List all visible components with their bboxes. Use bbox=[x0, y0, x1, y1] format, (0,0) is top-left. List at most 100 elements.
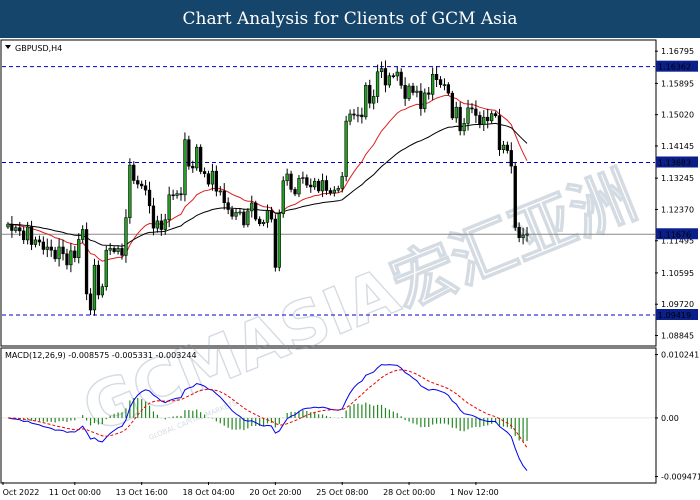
candle-body bbox=[521, 234, 525, 238]
candle-body bbox=[92, 264, 97, 311]
candle-body bbox=[175, 193, 179, 196]
candle-body bbox=[485, 116, 490, 122]
candle-body bbox=[57, 246, 61, 260]
candle-body bbox=[375, 71, 380, 97]
candle-body bbox=[423, 92, 427, 109]
candle bbox=[458, 102, 462, 136]
candle-body bbox=[214, 170, 219, 192]
candle-body bbox=[462, 123, 466, 132]
y-tick-label: 1.15020 bbox=[661, 111, 694, 120]
candle-body bbox=[261, 222, 266, 225]
macd-y-tick-label: 0.010241 bbox=[661, 351, 699, 360]
candle-body bbox=[246, 210, 250, 226]
candle bbox=[450, 90, 455, 121]
candle-body bbox=[195, 146, 199, 169]
candle-body bbox=[29, 226, 34, 245]
candle-body bbox=[517, 227, 521, 239]
candle-body bbox=[41, 241, 46, 250]
candle-body bbox=[501, 144, 506, 150]
candle-body bbox=[403, 84, 407, 99]
candle-body bbox=[525, 233, 529, 236]
candle-body bbox=[344, 120, 348, 177]
candle-body bbox=[438, 79, 443, 85]
y-tick-label: 1.14145 bbox=[661, 142, 694, 151]
candle-body bbox=[147, 189, 152, 207]
candle bbox=[273, 214, 278, 272]
candle-body bbox=[84, 229, 89, 295]
candle-body bbox=[360, 114, 364, 118]
level-price-label: 1.13683 bbox=[658, 158, 691, 167]
candle-body bbox=[328, 190, 333, 194]
candle-body bbox=[407, 85, 411, 99]
candle-body bbox=[379, 68, 384, 73]
candle-body bbox=[371, 96, 376, 104]
candle-body bbox=[364, 84, 368, 118]
candle-body bbox=[116, 248, 120, 252]
candle bbox=[277, 209, 281, 272]
x-tick-label: 13 Oct 16:00 bbox=[116, 488, 168, 497]
level-price-label: 1.16362 bbox=[658, 63, 691, 72]
candle bbox=[187, 135, 191, 170]
candle-body bbox=[136, 180, 140, 185]
candle-body bbox=[151, 205, 156, 229]
candle bbox=[513, 162, 517, 231]
candle-body bbox=[104, 249, 108, 287]
candle bbox=[246, 208, 250, 228]
candle-body bbox=[183, 139, 187, 196]
candle-body bbox=[33, 239, 38, 245]
candle-body bbox=[434, 73, 439, 80]
candle-body bbox=[340, 176, 344, 189]
candle-body bbox=[65, 253, 69, 266]
candle-body bbox=[513, 165, 517, 228]
candle-body bbox=[163, 219, 167, 230]
candle-body bbox=[356, 114, 360, 117]
candle-body bbox=[391, 75, 396, 78]
candle-body bbox=[430, 73, 435, 95]
candle-body bbox=[273, 218, 278, 268]
candle-body bbox=[309, 184, 313, 188]
candle-body bbox=[450, 92, 455, 119]
x-tick-label: 6 Oct 2022 bbox=[0, 488, 39, 497]
candle-body bbox=[191, 165, 195, 169]
candle-body bbox=[493, 113, 498, 116]
candle-body bbox=[234, 212, 238, 217]
x-tick-label: 11 Oct 00:00 bbox=[49, 488, 101, 497]
candle-body bbox=[77, 239, 81, 259]
y-tick-label: 1.12370 bbox=[661, 205, 694, 214]
candle-body bbox=[238, 211, 242, 214]
candle-body bbox=[470, 107, 474, 110]
candle-body bbox=[395, 71, 399, 77]
candle-body bbox=[187, 139, 191, 167]
y-tick-label: 1.15895 bbox=[661, 79, 694, 88]
candle-body bbox=[458, 106, 462, 132]
candle-body bbox=[199, 146, 203, 172]
candle-body bbox=[100, 286, 105, 296]
candle-body bbox=[18, 227, 22, 232]
level-price-label: 1.09419 bbox=[658, 311, 691, 320]
candle-body bbox=[21, 230, 26, 241]
candle-body bbox=[120, 248, 124, 256]
candle-body bbox=[415, 90, 419, 93]
candle-body bbox=[6, 223, 10, 228]
candle-body bbox=[96, 264, 101, 296]
candle-body bbox=[387, 75, 392, 86]
macd-y-tick-label: -0.009471 bbox=[661, 473, 700, 482]
candle-body bbox=[242, 211, 246, 226]
candle-body bbox=[37, 239, 42, 243]
candle bbox=[254, 200, 258, 222]
candle-body bbox=[140, 183, 144, 187]
candle-body bbox=[332, 189, 337, 194]
candle-body bbox=[226, 202, 230, 210]
candle-body bbox=[155, 220, 160, 229]
candle-body bbox=[53, 249, 57, 260]
macd-label: MACD(12,26,9) -0.008575 -0.005331 -0.003… bbox=[5, 351, 197, 360]
candle-body bbox=[399, 71, 403, 86]
candle-body bbox=[10, 223, 14, 231]
candle bbox=[195, 144, 199, 171]
candle-body bbox=[167, 194, 171, 221]
candle-body bbox=[210, 170, 215, 185]
x-tick-label: 1 Nov 12:00 bbox=[450, 488, 499, 497]
macd-y-tick-label: 0.00 bbox=[661, 414, 679, 423]
candle-body bbox=[348, 113, 352, 122]
candle-body bbox=[73, 250, 77, 258]
